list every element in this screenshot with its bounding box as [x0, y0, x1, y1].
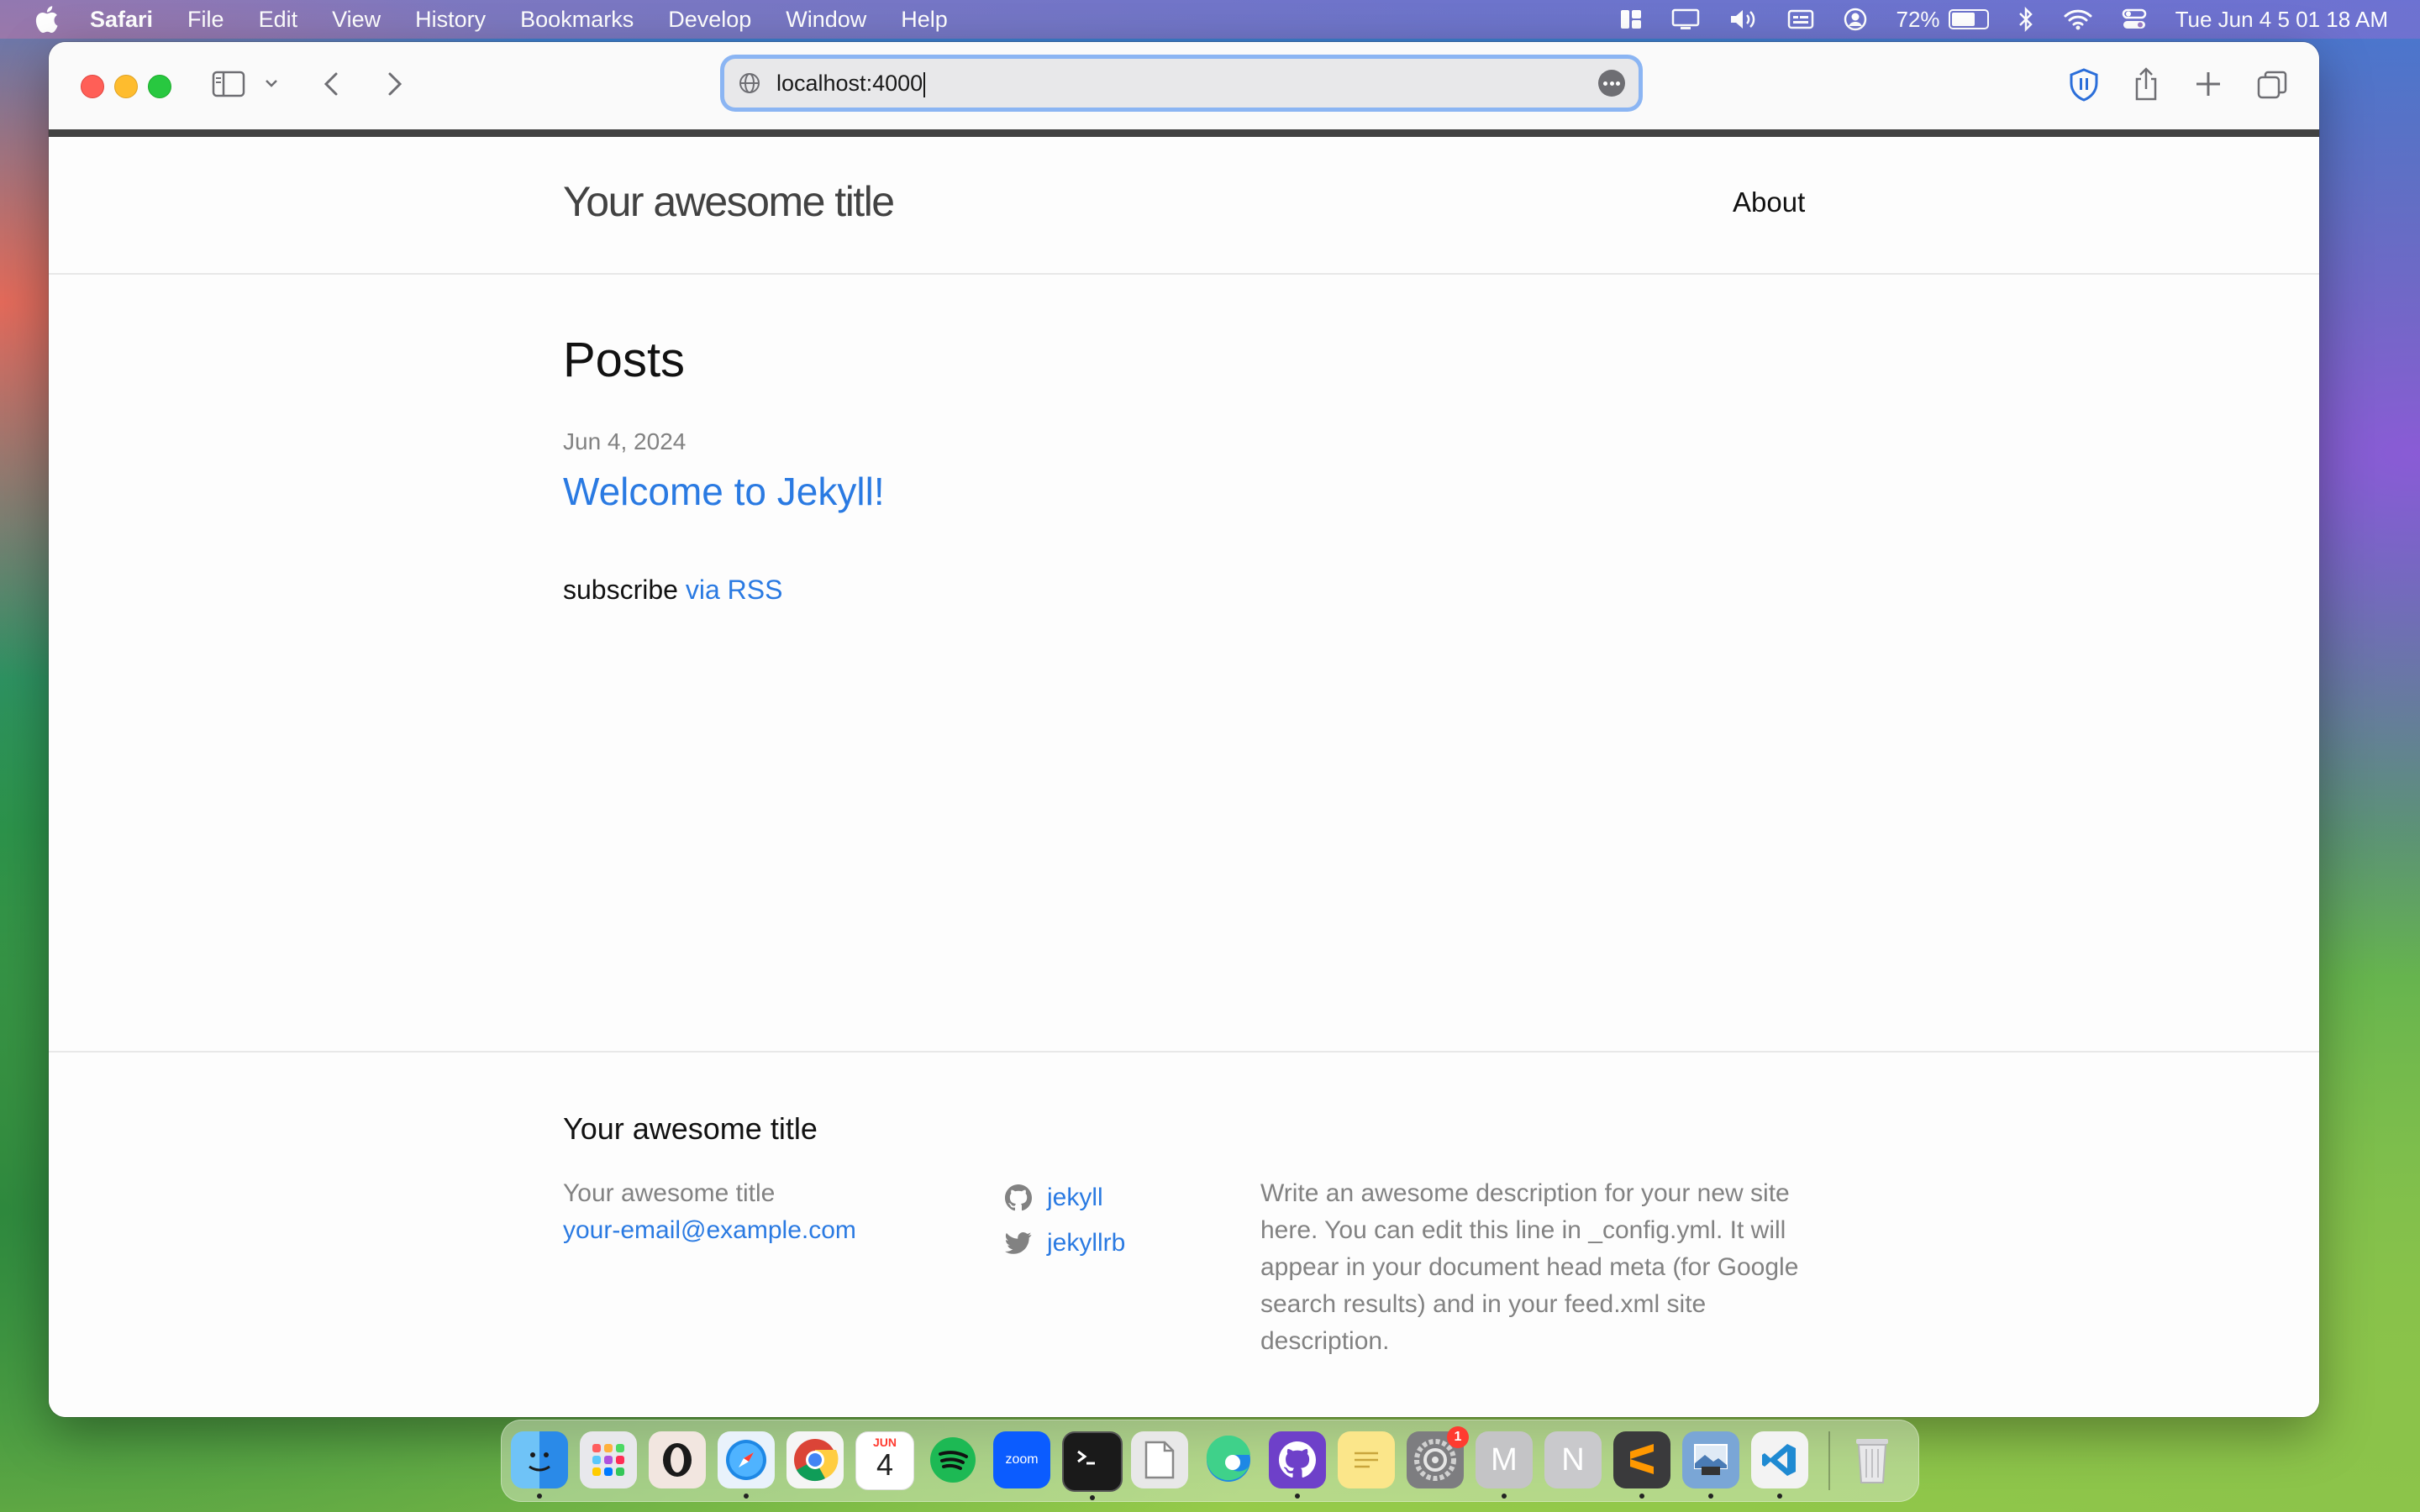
menu-edit[interactable]: Edit: [259, 7, 298, 33]
menu-help[interactable]: Help: [901, 7, 948, 33]
forward-arrow-icon[interactable]: [378, 69, 408, 99]
menu-file[interactable]: File: [187, 7, 224, 33]
user-account-icon[interactable]: [1843, 7, 1868, 32]
spotify-icon[interactable]: [924, 1431, 981, 1488]
site-header: Your awesome title About: [49, 137, 2319, 275]
github-username[interactable]: jekyll: [1047, 1175, 1103, 1221]
safari-icon[interactable]: [718, 1431, 775, 1499]
back-arrow-icon[interactable]: [318, 69, 348, 99]
site-footer: Your awesome title Your awesome title yo…: [49, 1051, 2319, 1417]
menu-clock[interactable]: Tue Jun 4 5 01 18 AM: [2175, 7, 2388, 33]
battery-percent: 72%: [1896, 6, 1940, 32]
wifi-icon[interactable]: [2063, 8, 2093, 31]
github-desktop-icon[interactable]: [1269, 1431, 1326, 1499]
dock-separator: [1828, 1431, 1830, 1490]
github-link[interactable]: jekyll: [1005, 1175, 1125, 1221]
password-shield-icon[interactable]: [2067, 67, 2101, 102]
bluetooth-icon[interactable]: [2018, 7, 2034, 32]
post-title-link[interactable]: Welcome to Jekyll!: [563, 469, 885, 514]
m-app-label: M: [1491, 1441, 1518, 1478]
control-center-icon[interactable]: [2122, 8, 2147, 31]
browser-toolbar: localhost:4000: [49, 42, 2319, 129]
launchpad-icon[interactable]: [580, 1431, 637, 1488]
zoom-label: zoom: [1005, 1452, 1039, 1467]
m-app-icon[interactable]: M: [1476, 1431, 1533, 1499]
menu-history[interactable]: History: [415, 7, 486, 33]
notification-badge: 1: [1447, 1426, 1469, 1448]
footer-name: Your awesome title: [563, 1179, 776, 1207]
address-bar[interactable]: localhost:4000: [724, 59, 1639, 108]
page-menu-icon[interactable]: [1598, 70, 1625, 97]
site-title-link[interactable]: Your awesome title: [563, 177, 895, 226]
share-icon[interactable]: [2131, 66, 2161, 102]
github-icon: [1005, 1184, 1032, 1211]
globe-icon: [738, 71, 761, 99]
footer-social: jekyll jekyllrb: [1005, 1175, 1125, 1266]
safari-window: localhost:4000 Your awesome title About …: [49, 42, 2319, 1417]
chevron-down-icon[interactable]: [264, 76, 279, 91]
calendar-day: 4: [876, 1447, 894, 1482]
subscribe-line: subscribe via RSS: [563, 575, 782, 606]
n-app-icon[interactable]: N: [1544, 1431, 1602, 1488]
subscribe-text: subscribe: [563, 575, 678, 605]
apple-menu-icon[interactable]: [34, 5, 59, 34]
menu-app-name[interactable]: Safari: [90, 7, 153, 33]
finder-icon[interactable]: [511, 1431, 568, 1499]
sublime-text-icon[interactable]: [1613, 1431, 1670, 1499]
terminal-icon[interactable]: [1062, 1431, 1123, 1500]
stickies-icon[interactable]: [1338, 1431, 1395, 1488]
chrome-icon[interactable]: [786, 1431, 844, 1488]
close-window-button[interactable]: [81, 75, 104, 98]
calendar-icon[interactable]: JUN 4: [855, 1431, 914, 1490]
menu-develop[interactable]: Develop: [668, 7, 751, 33]
input-source-icon[interactable]: [1787, 8, 1814, 30]
posts-heading: Posts: [563, 333, 686, 387]
system-settings-icon[interactable]: 1: [1407, 1426, 1469, 1488]
zoom-icon[interactable]: zoom: [993, 1431, 1050, 1488]
display-icon[interactable]: [1671, 8, 1700, 31]
tab-overview-icon[interactable]: [2255, 69, 2289, 101]
new-tab-icon[interactable]: [2193, 69, 2223, 99]
page-top-border: [49, 129, 2319, 137]
preview-icon[interactable]: [1682, 1431, 1739, 1499]
menu-bar: Safari File Edit View History Bookmarks …: [0, 0, 2420, 39]
menu-bookmarks[interactable]: Bookmarks: [520, 7, 634, 33]
vscode-icon[interactable]: [1751, 1431, 1808, 1499]
twitter-icon: [1005, 1232, 1032, 1254]
web-page: Your awesome title About Posts Jun 4, 20…: [49, 137, 2319, 1417]
twitter-username[interactable]: jekyllrb: [1047, 1221, 1125, 1266]
fullscreen-window-button[interactable]: [148, 75, 171, 98]
battery-icon[interactable]: [1948, 9, 1989, 29]
post-date: Jun 4, 2024: [563, 428, 687, 454]
sidebar-toggle-icon[interactable]: [212, 69, 245, 99]
menu-view[interactable]: View: [332, 7, 381, 33]
footer-contact: Your awesome title your-email@example.co…: [563, 1175, 856, 1249]
menu-window[interactable]: Window: [786, 7, 866, 33]
window-layout-icon[interactable]: [1619, 8, 1643, 31]
trash-icon[interactable]: [1844, 1431, 1901, 1488]
twitter-link[interactable]: jekyllrb: [1005, 1221, 1125, 1266]
opera-icon[interactable]: [649, 1431, 706, 1488]
site-description: Write an awesome description for your ne…: [1260, 1179, 1799, 1355]
edge-icon[interactable]: [1200, 1431, 1257, 1488]
n-app-label: N: [1561, 1441, 1585, 1478]
minimize-window-button[interactable]: [114, 75, 138, 98]
dock: JUN 4 zoom 1 M N: [501, 1420, 1919, 1502]
footer-email-link[interactable]: your-email@example.com: [563, 1212, 856, 1249]
url-text[interactable]: localhost:4000: [776, 71, 923, 96]
nav-about-link[interactable]: About: [1733, 186, 1805, 218]
footer-heading: Your awesome title: [563, 1111, 818, 1146]
text-editor-icon[interactable]: [1131, 1431, 1188, 1488]
volume-icon[interactable]: [1728, 8, 1759, 31]
rss-link[interactable]: via RSS: [686, 575, 783, 605]
